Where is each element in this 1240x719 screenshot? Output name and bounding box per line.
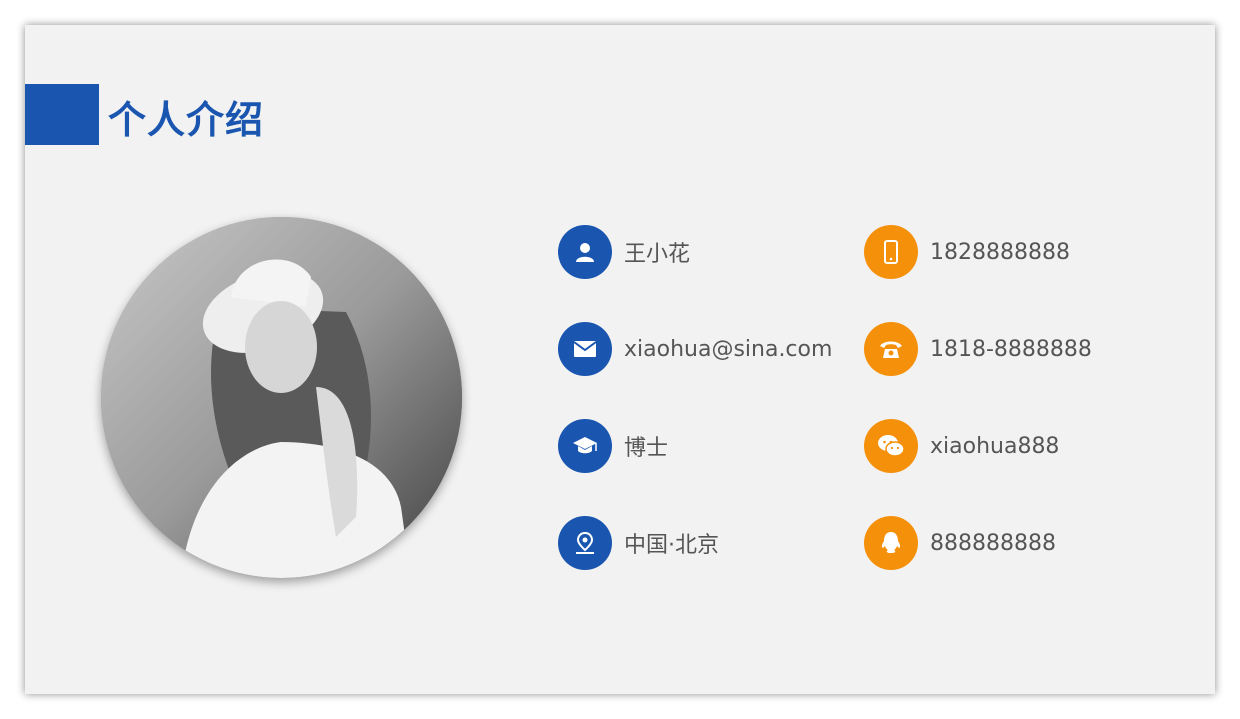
contact-item-telephone: 1818-8888888 [864, 322, 1092, 376]
contact-item-name: 王小花 [558, 225, 690, 279]
name-text: 王小花 [624, 242, 691, 267]
telephone-text: 1818-8888888 [930, 336, 1092, 362]
slide: 个人介绍 王小花 xiaohua@sina.com 博士 中国·北京 18288… [25, 25, 1215, 694]
email-text: xiaohua@sina.com [624, 336, 833, 362]
wechat-text: xiaohua888 [930, 433, 1060, 459]
graduation-cap-icon [558, 419, 612, 473]
qq-text: 888888888 [930, 530, 1056, 556]
page-title: 个人介绍 [108, 98, 265, 142]
contact-item-degree: 博士 [558, 419, 668, 473]
contact-item-wechat: xiaohua888 [864, 419, 1059, 473]
qq-icon [864, 516, 918, 570]
contact-item-mobile: 1828888888 [864, 225, 1070, 279]
location-text: 中国·北京 [624, 533, 719, 558]
contact-item-location: 中国·北京 [558, 516, 719, 570]
mobile-text: 1828888888 [930, 239, 1070, 265]
mobile-phone-icon [864, 225, 918, 279]
user-icon [558, 225, 612, 279]
title-accent-bar [25, 84, 99, 145]
contact-item-email: xiaohua@sina.com [558, 322, 832, 376]
location-pin-icon [558, 516, 612, 570]
profile-photo [101, 217, 462, 578]
degree-text: 博士 [624, 436, 669, 461]
mail-icon [558, 322, 612, 376]
wechat-icon [864, 419, 918, 473]
contact-item-qq: 888888888 [864, 516, 1056, 570]
telephone-icon [864, 322, 918, 376]
